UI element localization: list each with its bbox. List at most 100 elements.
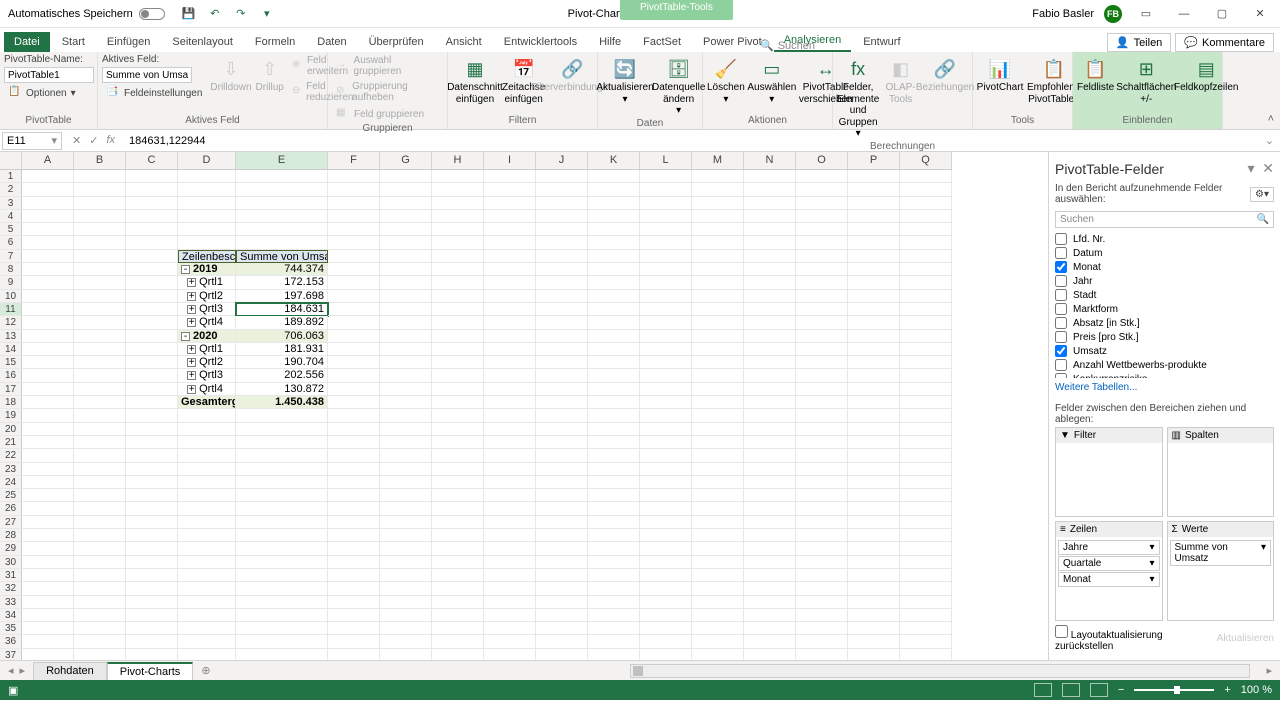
cell-D30[interactable] — [178, 556, 236, 569]
cell-E3[interactable] — [236, 197, 328, 210]
cell-L3[interactable] — [640, 197, 692, 210]
cell-E20[interactable] — [236, 423, 328, 436]
cell-H26[interactable] — [432, 502, 484, 515]
cell-I23[interactable] — [484, 463, 536, 476]
cell-H20[interactable] — [432, 423, 484, 436]
enter-formula-icon[interactable]: ✓ — [89, 134, 98, 147]
cell-C11[interactable] — [126, 303, 178, 316]
cell-G4[interactable] — [380, 210, 432, 223]
fx-icon[interactable]: fx — [106, 134, 115, 147]
tab-ansicht[interactable]: Ansicht — [436, 32, 492, 52]
cell-D37[interactable] — [178, 649, 236, 660]
cell-M8[interactable] — [692, 263, 744, 276]
cell-G32[interactable] — [380, 582, 432, 595]
cell-J28[interactable] — [536, 529, 588, 542]
cell-J25[interactable] — [536, 489, 588, 502]
cell-J32[interactable] — [536, 582, 588, 595]
cell-M12[interactable] — [692, 316, 744, 329]
cell-A21[interactable] — [22, 436, 74, 449]
cell-D23[interactable] — [178, 463, 236, 476]
cell-L11[interactable] — [640, 303, 692, 316]
cell-C30[interactable] — [126, 556, 178, 569]
share-button[interactable]: 👤Teilen — [1107, 33, 1171, 52]
cell-J5[interactable] — [536, 223, 588, 236]
cell-P11[interactable] — [848, 303, 900, 316]
cancel-formula-icon[interactable]: ✕ — [72, 134, 81, 147]
rows-item-monat[interactable]: Monat▾ — [1058, 572, 1160, 587]
row-header-27[interactable]: 27 — [0, 516, 22, 529]
area-columns[interactable]: ▥Spalten — [1167, 427, 1275, 517]
cell-Q4[interactable] — [900, 210, 952, 223]
cell-L31[interactable] — [640, 569, 692, 582]
field-settings-button[interactable]: 📑Feldeinstellungen — [102, 85, 206, 101]
cell-D2[interactable] — [178, 183, 236, 196]
cell-A20[interactable] — [22, 423, 74, 436]
cell-N11[interactable] — [744, 303, 796, 316]
cell-B25[interactable] — [74, 489, 126, 502]
cell-Q10[interactable] — [900, 290, 952, 303]
sheet-nav-last-icon[interactable]: ▸ — [1266, 664, 1272, 677]
cell-C34[interactable] — [126, 609, 178, 622]
cell-O21[interactable] — [796, 436, 848, 449]
cell-M4[interactable] — [692, 210, 744, 223]
select-button[interactable]: ▭Auswählen▾ — [749, 54, 795, 105]
cell-E25[interactable] — [236, 489, 328, 502]
cell-J18[interactable] — [536, 396, 588, 409]
cell-J21[interactable] — [536, 436, 588, 449]
expand-icon[interactable]: - — [181, 332, 190, 341]
cell-D5[interactable] — [178, 223, 236, 236]
cell-O30[interactable] — [796, 556, 848, 569]
cell-L6[interactable] — [640, 236, 692, 249]
cell-C4[interactable] — [126, 210, 178, 223]
cell-C2[interactable] — [126, 183, 178, 196]
cell-A2[interactable] — [22, 183, 74, 196]
cell-A14[interactable] — [22, 343, 74, 356]
cell-N6[interactable] — [744, 236, 796, 249]
expand-icon[interactable]: + — [187, 345, 196, 354]
cell-F13[interactable] — [328, 330, 380, 343]
cell-J7[interactable] — [536, 250, 588, 263]
cell-A17[interactable] — [22, 383, 74, 396]
cell-O25[interactable] — [796, 489, 848, 502]
normal-view-icon[interactable] — [1034, 683, 1052, 697]
cell-N13[interactable] — [744, 330, 796, 343]
cell-B11[interactable] — [74, 303, 126, 316]
sheet-tab-rohdaten[interactable]: Rohdaten — [33, 662, 107, 680]
cell-A22[interactable] — [22, 449, 74, 462]
cell-F15[interactable] — [328, 356, 380, 369]
cell-P35[interactable] — [848, 622, 900, 635]
col-header-C[interactable]: C — [126, 152, 178, 170]
cell-H29[interactable] — [432, 542, 484, 555]
row-header-30[interactable]: 30 — [0, 556, 22, 569]
cell-Q14[interactable] — [900, 343, 952, 356]
cell-M7[interactable] — [692, 250, 744, 263]
row-header-12[interactable]: 12 — [0, 316, 22, 329]
cell-H36[interactable] — [432, 635, 484, 648]
cell-A11[interactable] — [22, 303, 74, 316]
cell-D1[interactable] — [178, 170, 236, 183]
cell-C15[interactable] — [126, 356, 178, 369]
cell-D25[interactable] — [178, 489, 236, 502]
cell-P26[interactable] — [848, 502, 900, 515]
cell-O15[interactable] — [796, 356, 848, 369]
row-header-31[interactable]: 31 — [0, 569, 22, 582]
cell-A9[interactable] — [22, 276, 74, 289]
col-header-E[interactable]: E — [236, 152, 328, 170]
cell-H14[interactable] — [432, 343, 484, 356]
cell-K29[interactable] — [588, 542, 640, 555]
col-header-O[interactable]: O — [796, 152, 848, 170]
cell-M29[interactable] — [692, 542, 744, 555]
col-header-M[interactable]: M — [692, 152, 744, 170]
cell-G36[interactable] — [380, 635, 432, 648]
cell-K7[interactable] — [588, 250, 640, 263]
cell-M28[interactable] — [692, 529, 744, 542]
col-header-J[interactable]: J — [536, 152, 588, 170]
cell-G26[interactable] — [380, 502, 432, 515]
cell-M35[interactable] — [692, 622, 744, 635]
cell-I37[interactable] — [484, 649, 536, 660]
redo-icon[interactable]: ↷ — [233, 6, 249, 22]
cell-A18[interactable] — [22, 396, 74, 409]
cell-P29[interactable] — [848, 542, 900, 555]
record-macro-icon[interactable]: ▣ — [8, 685, 18, 697]
cell-H4[interactable] — [432, 210, 484, 223]
